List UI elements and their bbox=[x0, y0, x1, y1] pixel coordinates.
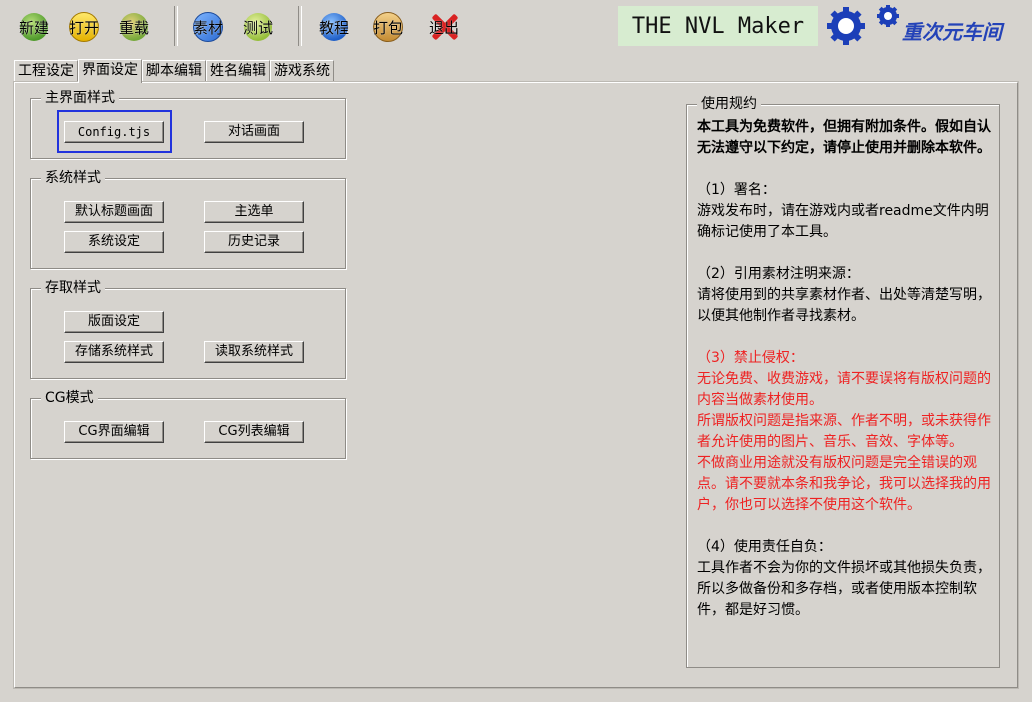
license-section-2-title: （2）引用素材注明来源： bbox=[697, 266, 860, 282]
cg-interface-edit-button[interactable]: CG界面编辑 bbox=[64, 421, 164, 443]
group-title: 存取样式 bbox=[41, 279, 105, 297]
license-section-3-body-1: 无论免费、收费游戏，请不要误将有版权问题的内容当做素材使用。 bbox=[697, 371, 991, 408]
default-title-screen-button[interactable]: 默认标题画面 bbox=[64, 201, 164, 223]
license-section-3-body-2: 所谓版权问题是指来源、作者不明，或未获得作者允许使用的图片、音乐、音效、字体等。 bbox=[697, 413, 991, 450]
pack-button[interactable]: 打包 bbox=[366, 10, 410, 44]
open-button[interactable]: 打开 bbox=[62, 10, 106, 44]
group-system-style: 系统样式 bbox=[30, 169, 346, 269]
config-tjs-button[interactable]: Config.tjs bbox=[64, 121, 164, 143]
tab-script-editor[interactable]: 脚本编辑 bbox=[142, 60, 206, 82]
license-section-4-body: 工具作者不会为你的文件损坏或其他损失负责，所以多做备份和多存档，或者使用版本控制… bbox=[697, 560, 991, 618]
load-system-style-button[interactable]: 读取系统样式 bbox=[204, 341, 304, 363]
license-text: 本工具为免费软件，但拥有附加条件。假如自认无法遵守以下约定，请停止使用并删除本软… bbox=[697, 117, 1001, 621]
toolbar-separator bbox=[174, 6, 178, 46]
tab-game-system[interactable]: 游戏系统 bbox=[270, 60, 334, 82]
test-button[interactable]: 测试 bbox=[236, 10, 280, 44]
cg-list-edit-button[interactable]: CG列表编辑 bbox=[204, 421, 304, 443]
assets-button[interactable]: 素材 bbox=[186, 10, 230, 44]
tab-project-settings[interactable]: 工程设定 bbox=[14, 60, 78, 82]
group-title: 系统样式 bbox=[41, 169, 105, 187]
tab-name-editor[interactable]: 姓名编辑 bbox=[206, 60, 270, 82]
system-settings-button[interactable]: 系统设定 bbox=[64, 231, 164, 253]
license-section-1-body: 游戏发布时，请在游戏内或者readme文件内明确标记使用了本工具。 bbox=[697, 203, 989, 240]
open-label: 打开 bbox=[68, 18, 99, 37]
license-section-2-body: 请将使用到的共享素材作者、出处等清楚写明，以便其他制作者寻找素材。 bbox=[697, 287, 991, 324]
license-intro: 本工具为免费软件，但拥有附加条件。假如自认无法遵守以下约定，请停止使用并删除本软… bbox=[697, 119, 991, 156]
tutorial-button[interactable]: 教程 bbox=[312, 10, 356, 44]
test-label: 测试 bbox=[242, 18, 273, 37]
history-button[interactable]: 历史记录 bbox=[204, 231, 304, 253]
toolbar-separator bbox=[298, 6, 302, 46]
license-terms-box: 使用规约 本工具为免费软件，但拥有附加条件。假如自认无法遵守以下约定，请停止使用… bbox=[686, 95, 1001, 668]
pack-label: 打包 bbox=[372, 18, 403, 37]
new-label: 新建 bbox=[18, 18, 49, 37]
license-title: 使用规约 bbox=[697, 95, 761, 113]
exit-button[interactable]: 退出 bbox=[422, 10, 466, 44]
group-title: CG模式 bbox=[41, 389, 98, 407]
toolbar: 新建 打开 重载 素材 测试 教程 打包 退出 THE NVL Maker 重次… bbox=[0, 0, 1032, 56]
dialogue-screen-button[interactable]: 对话画面 bbox=[204, 121, 304, 143]
license-section-1-title: （1）署名： bbox=[697, 182, 776, 198]
reload-label: 重载 bbox=[118, 18, 149, 37]
layout-settings-button[interactable]: 版面设定 bbox=[64, 311, 164, 333]
assets-label: 素材 bbox=[192, 18, 223, 37]
logo-text: THE NVL Maker bbox=[631, 13, 805, 39]
tab-interface-settings[interactable]: 界面设定 bbox=[78, 59, 142, 83]
group-title: 主界面样式 bbox=[41, 89, 119, 107]
tutorial-label: 教程 bbox=[318, 18, 349, 37]
group-save-load-style: 存取样式 bbox=[30, 279, 346, 379]
main-menu-button[interactable]: 主选单 bbox=[204, 201, 304, 223]
reload-button[interactable]: 重载 bbox=[112, 10, 156, 44]
license-section-3-body-3: 不做商业用途就没有版权问题是完全错误的观点。请不要就本条和我争论，我可以选择我的… bbox=[697, 455, 991, 513]
license-section-4-title: （4）使用责任自负： bbox=[697, 539, 832, 555]
save-system-style-button[interactable]: 存储系统样式 bbox=[64, 341, 164, 363]
exit-label: 退出 bbox=[428, 18, 459, 37]
license-section-3-title: （3）禁止侵权： bbox=[697, 350, 804, 366]
brand-text: 重次元车间 bbox=[902, 20, 1002, 44]
new-button[interactable]: 新建 bbox=[12, 10, 56, 44]
app-logo: THE NVL Maker bbox=[618, 6, 818, 46]
gear-icon bbox=[827, 5, 899, 45]
tab-strip: 工程设定 界面设定 脚本编辑 姓名编辑 游戏系统 bbox=[14, 59, 334, 83]
